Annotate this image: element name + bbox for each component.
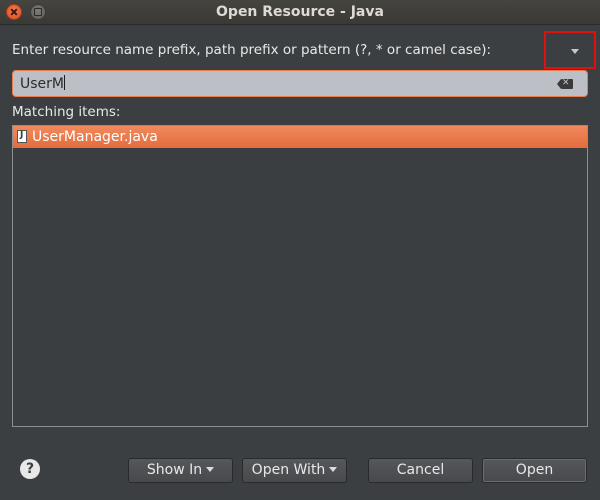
title-bar: Open Resource - Java bbox=[0, 0, 600, 25]
resource-search-input[interactable]: UserM ✕ bbox=[12, 70, 588, 97]
chevron-down-icon bbox=[329, 467, 338, 472]
search-input-value: UserM bbox=[20, 75, 65, 92]
matching-items-list[interactable]: UserManager.java bbox=[12, 125, 588, 427]
window-title: Open Resource - Java bbox=[216, 4, 384, 20]
java-file-icon bbox=[17, 130, 27, 143]
list-item-label: UserManager.java bbox=[32, 129, 158, 145]
text-caret bbox=[64, 75, 65, 90]
chevron-down-icon bbox=[571, 49, 579, 54]
chevron-down-icon bbox=[206, 467, 215, 472]
open-with-button[interactable]: Open With bbox=[242, 458, 347, 483]
view-menu-button[interactable] bbox=[544, 31, 596, 69]
open-button[interactable]: Open bbox=[482, 458, 587, 483]
help-icon[interactable]: ? bbox=[20, 459, 40, 479]
open-with-label: Open With bbox=[251, 462, 326, 478]
open-resource-dialog: Open Resource - Java Enter resource name… bbox=[0, 0, 600, 500]
search-prompt-label: Enter resource name prefix, path prefix … bbox=[12, 42, 492, 58]
list-item[interactable]: UserManager.java bbox=[13, 126, 587, 148]
matching-items-label: Matching items: bbox=[12, 104, 121, 120]
show-in-button[interactable]: Show In bbox=[128, 458, 233, 483]
cancel-button[interactable]: Cancel bbox=[368, 458, 473, 483]
clear-icon[interactable]: ✕ bbox=[557, 78, 573, 89]
show-in-label: Show In bbox=[146, 462, 203, 478]
